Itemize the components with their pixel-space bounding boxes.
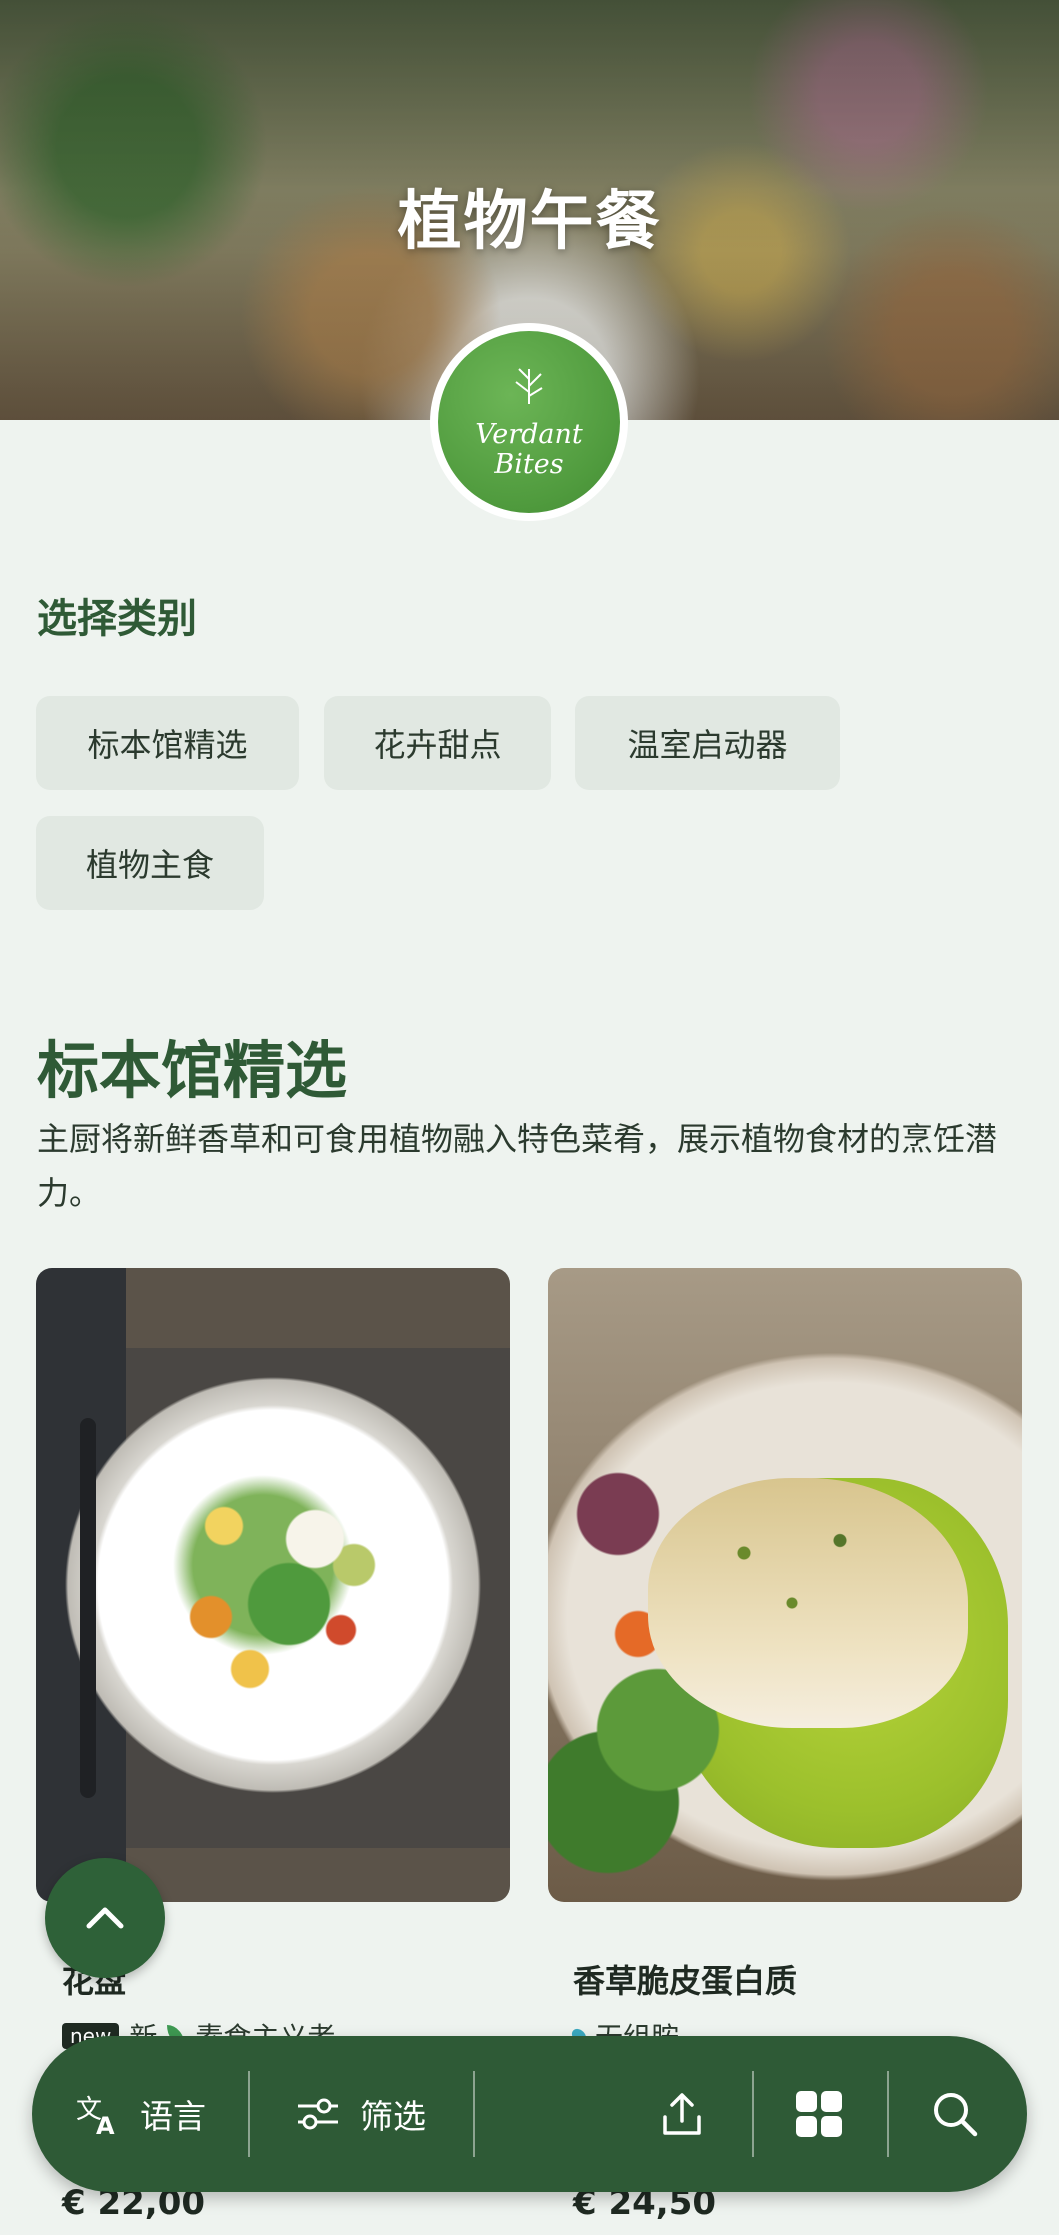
logo-text-line1: Verdant	[475, 419, 583, 450]
search-icon	[934, 2093, 978, 2137]
bottom-toolbar: 文 A 语言 筛选	[32, 2036, 1027, 2192]
category-section-label: 选择类别	[37, 596, 197, 642]
filter-icon	[298, 2098, 338, 2130]
translate-icon: 文 A	[76, 2095, 115, 2138]
share-button[interactable]	[657, 2036, 707, 2192]
fork-icon	[80, 1418, 96, 1798]
svg-text:A: A	[96, 2112, 115, 2138]
language-label: 语言	[140, 2097, 206, 2136]
restaurant-logo: Verdant Bites	[430, 323, 628, 521]
share-icon	[663, 2093, 701, 2135]
category-chip[interactable]: 温室启动器	[575, 696, 840, 790]
language-button[interactable]: 文 A 语言	[74, 2036, 206, 2192]
page: 植物午餐 Verdant Bites 选择类别 标本馆精选 花卉甜点 温室启动器…	[0, 0, 1059, 2235]
dish-name[interactable]: 香草脆皮蛋白质	[573, 1956, 797, 2002]
divider	[473, 2071, 475, 2157]
divider	[887, 2071, 889, 2157]
dish-image[interactable]	[548, 1268, 1022, 1902]
filter-button[interactable]: 筛选	[294, 2036, 426, 2192]
search-button[interactable]	[930, 2036, 980, 2192]
grid-icon	[796, 2091, 842, 2137]
divider	[752, 2071, 754, 2157]
page-title: 植物午餐	[397, 185, 662, 259]
sprig-icon	[515, 368, 543, 404]
scroll-top-button[interactable]	[45, 1858, 165, 1978]
logo-text-line2: Bites	[494, 449, 564, 480]
grid-view-button[interactable]	[794, 2036, 844, 2192]
featured-section-title: 标本馆精选	[37, 1034, 348, 1107]
featured-section-description: 主厨将新鲜香草和可食用植物融入特色菜肴，展示植物食材的烹饪潜力。	[37, 1120, 998, 1212]
chevron-up-icon	[86, 1907, 124, 1929]
category-chip[interactable]: 花卉甜点	[324, 696, 551, 790]
category-chip[interactable]: 植物主食	[36, 816, 264, 910]
filter-label: 筛选	[360, 2097, 426, 2136]
dish-image[interactable]	[36, 1268, 510, 1902]
category-chip[interactable]: 标本馆精选	[36, 696, 299, 790]
divider	[248, 2071, 250, 2157]
